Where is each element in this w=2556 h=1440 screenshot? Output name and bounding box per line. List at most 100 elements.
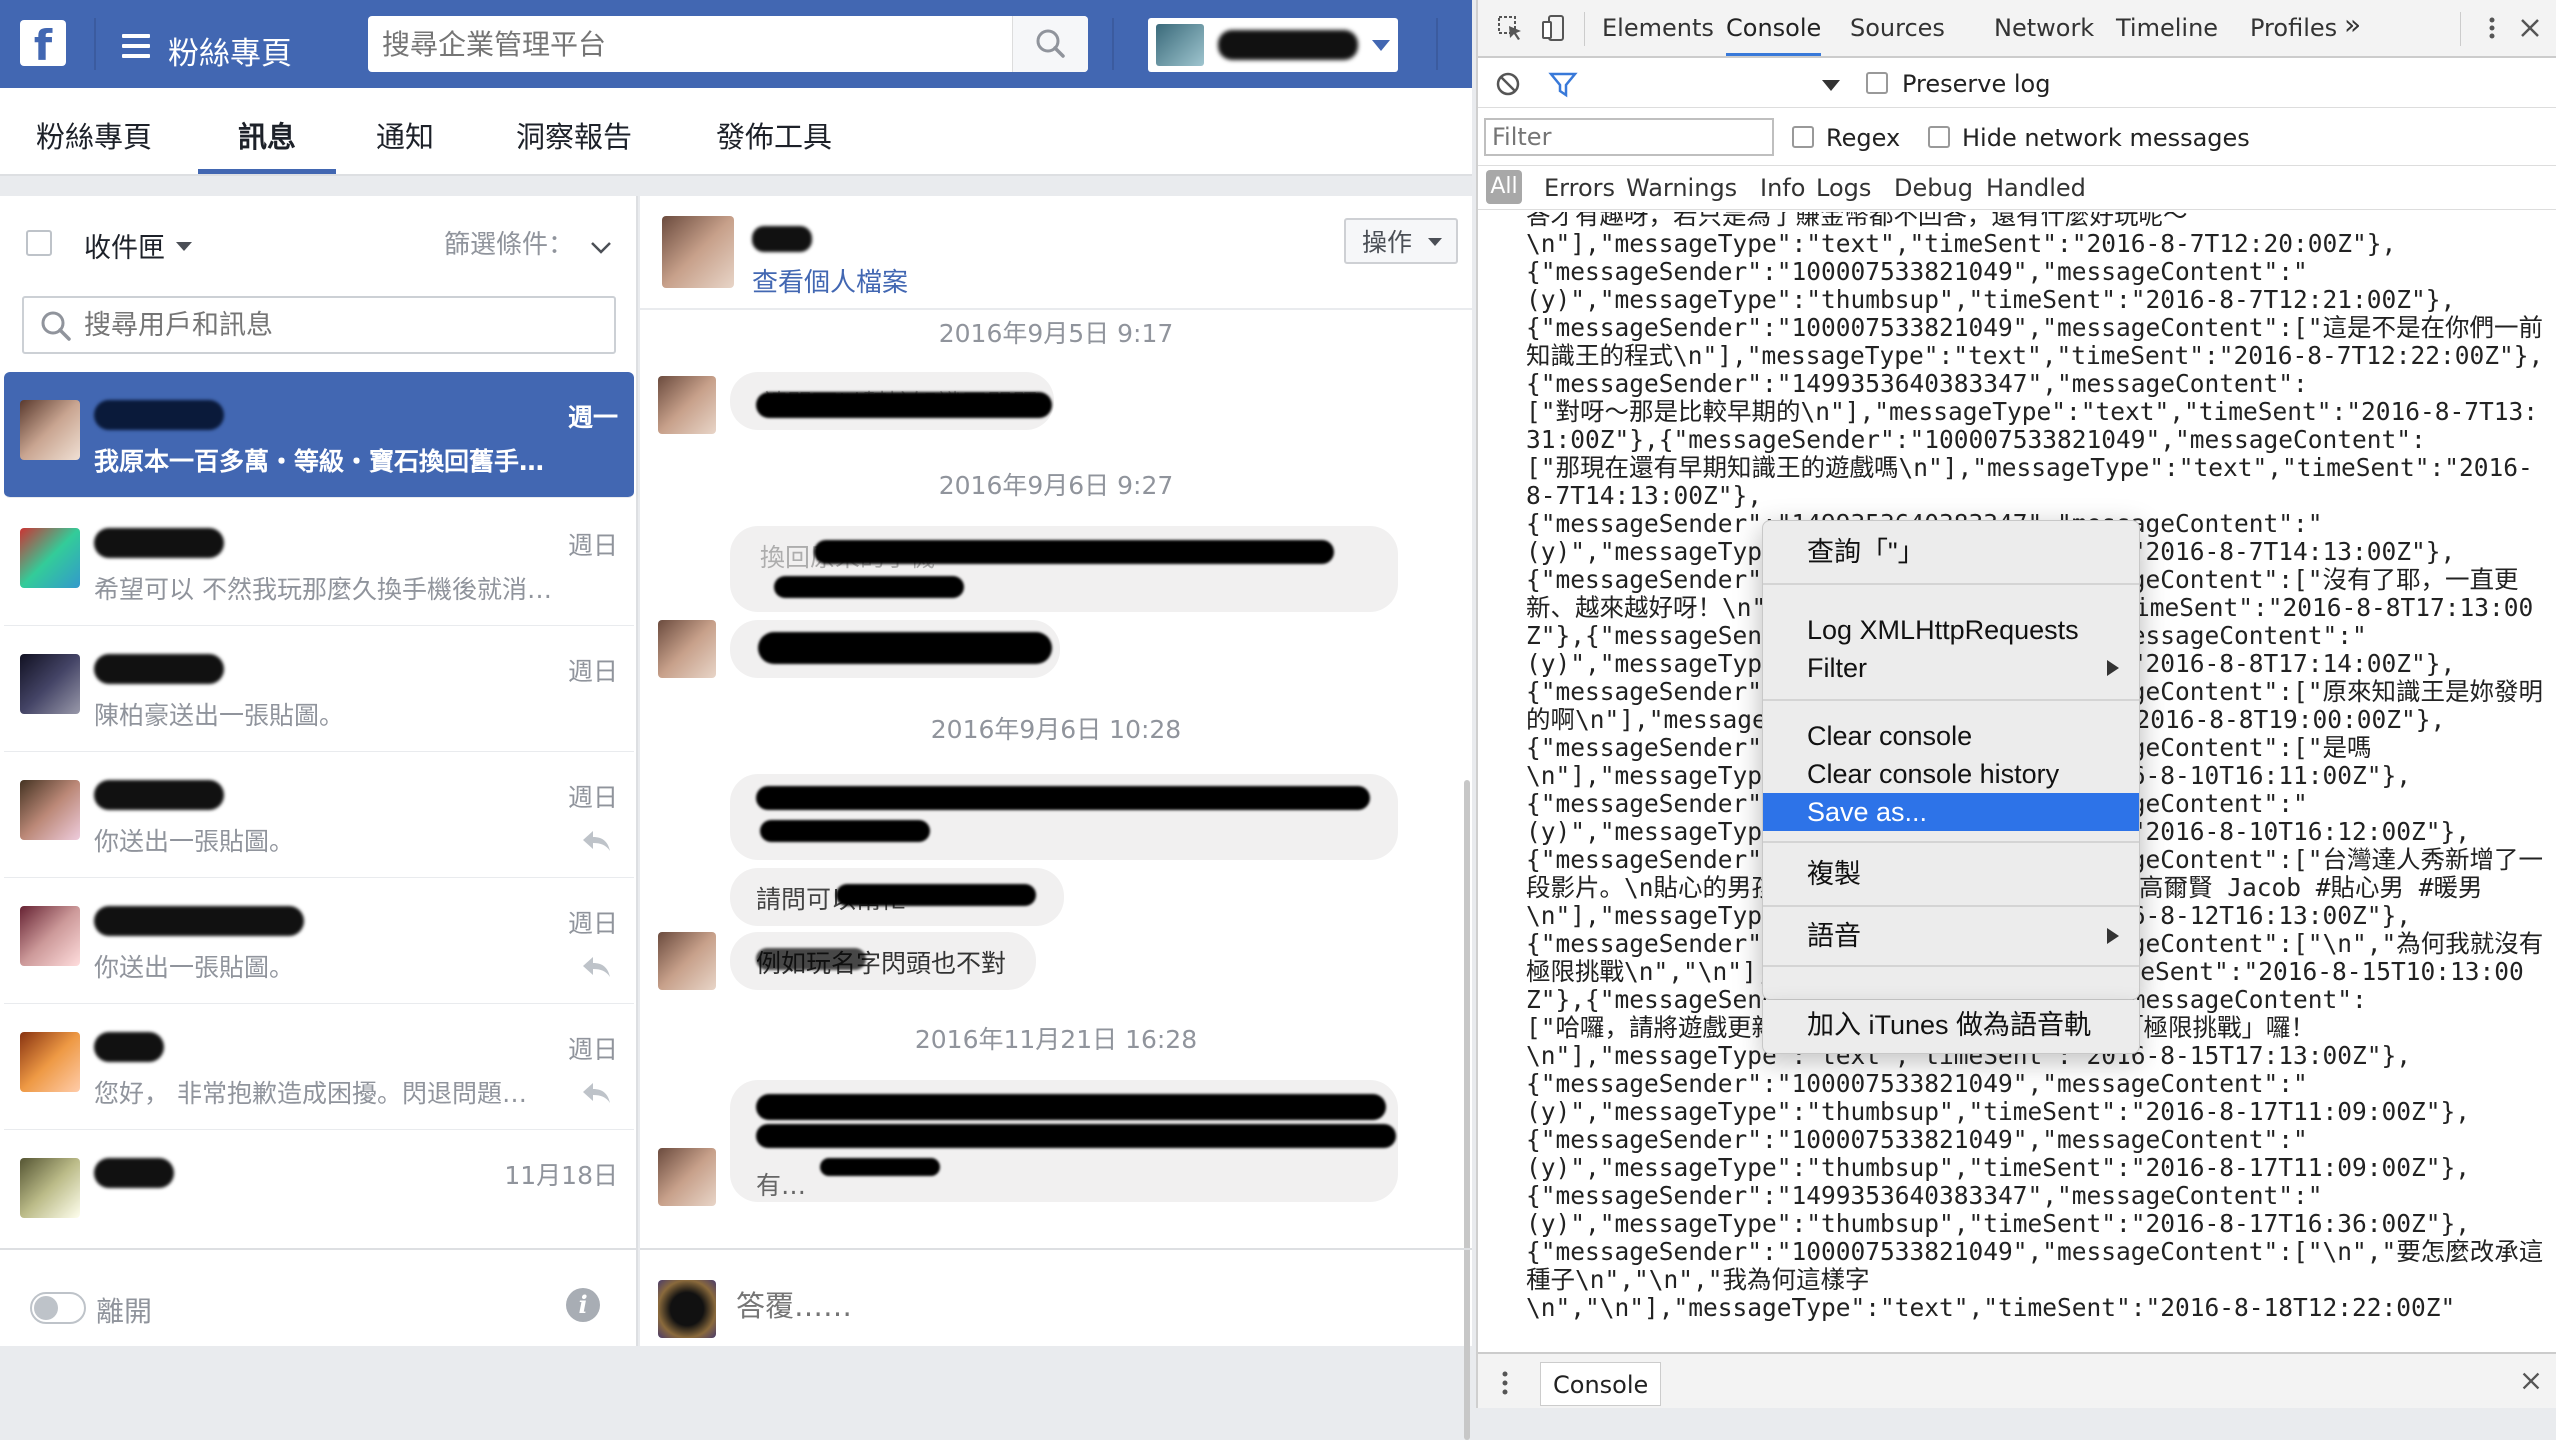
search-button[interactable] bbox=[1012, 16, 1088, 72]
thread-item[interactable]: 你送出一張貼圖。 週日 bbox=[4, 878, 634, 1004]
level-all[interactable]: All bbox=[1486, 170, 1522, 204]
tab-console[interactable]: Console bbox=[1726, 14, 1822, 56]
divider bbox=[1112, 18, 1114, 70]
thread-time: 週一 bbox=[567, 403, 618, 432]
tab-messages[interactable]: 訊息 bbox=[198, 114, 336, 174]
thread-time: 週日 bbox=[567, 531, 618, 560]
redaction bbox=[756, 392, 1052, 418]
tab-publishing-tools[interactable]: 發佈工具 bbox=[716, 114, 832, 174]
reply-input[interactable] bbox=[736, 1284, 1436, 1328]
menu-item-speech[interactable]: 語音 bbox=[1763, 917, 2139, 955]
chevron-down-icon[interactable] bbox=[590, 236, 612, 258]
menu-item-clear-console[interactable]: Clear console bbox=[1763, 717, 2139, 755]
tab-timeline[interactable]: Timeline bbox=[2116, 14, 2218, 42]
menu-item-filter-label: Filter bbox=[1807, 653, 1867, 683]
hamburger-menu-icon[interactable] bbox=[122, 34, 150, 58]
conversation-header: 查看個人檔案 操作 bbox=[640, 196, 1472, 310]
menu-separator bbox=[1763, 905, 2139, 907]
chevron-down-icon[interactable] bbox=[176, 242, 192, 251]
action-button[interactable]: 操作 bbox=[1344, 218, 1458, 264]
inbox-dropdown[interactable]: 收件匣 bbox=[84, 226, 165, 265]
thread-item[interactable]: 你送出一張貼圖。 週日 bbox=[4, 752, 634, 878]
menu-item-log-xhr[interactable]: Log XMLHttpRequests bbox=[1763, 611, 2139, 649]
redacted-name bbox=[94, 1032, 164, 1062]
menu-separator bbox=[1763, 965, 2139, 967]
level-errors[interactable]: Errors bbox=[1544, 174, 1615, 202]
tab-profiles[interactable]: Profiles bbox=[2250, 14, 2337, 42]
menu-item-lookup[interactable]: 查詢「"」 bbox=[1763, 533, 2139, 571]
context-menu: 查詢「"」 Log XMLHttpRequests Filter Clear c… bbox=[1762, 520, 2140, 1000]
redacted-name bbox=[94, 906, 304, 936]
device-mode-icon[interactable] bbox=[1540, 14, 1568, 42]
avatar bbox=[658, 1148, 716, 1206]
business-search-input[interactable] bbox=[382, 16, 982, 72]
menu-item-save-as[interactable]: Save as... bbox=[1763, 793, 2139, 831]
close-icon[interactable] bbox=[2516, 14, 2544, 42]
menu-item-itunes[interactable]: 加入 iTunes 做為語音軌 bbox=[1763, 1006, 2139, 1044]
tab-notifications[interactable]: 通知 bbox=[376, 114, 434, 174]
filter-label[interactable]: 篩選條件： bbox=[444, 224, 574, 261]
select-all-checkbox[interactable] bbox=[26, 230, 52, 256]
context-dropdown-icon[interactable] bbox=[1822, 80, 1840, 91]
thread-time: 週日 bbox=[567, 657, 618, 686]
tab-elements[interactable]: Elements bbox=[1602, 14, 1714, 42]
redacted-name bbox=[94, 528, 224, 558]
message-text: 有… bbox=[756, 1171, 807, 1200]
thread-time: 週日 bbox=[567, 1035, 618, 1064]
hide-network-checkbox[interactable] bbox=[1928, 126, 1950, 148]
regex-checkbox[interactable] bbox=[1792, 126, 1814, 148]
level-debug[interactable]: Debug bbox=[1894, 174, 1973, 202]
thread-item[interactable]: 您好， 非常抱歉造成困擾。閃退問題… 週日 bbox=[4, 1004, 634, 1130]
account-switcher[interactable] bbox=[1148, 18, 1398, 72]
console-filter-input[interactable] bbox=[1484, 118, 1774, 156]
redaction bbox=[756, 948, 866, 970]
avatar[interactable] bbox=[662, 216, 734, 288]
filter-icon[interactable] bbox=[1548, 70, 1578, 98]
redacted-name bbox=[94, 400, 224, 430]
redacted-name bbox=[94, 654, 224, 684]
menu-item-clear-history[interactable]: Clear console history bbox=[1763, 755, 2139, 793]
clear-console-icon[interactable] bbox=[1494, 70, 1522, 98]
divider bbox=[94, 18, 96, 70]
drawer-tab-console[interactable]: Console bbox=[1540, 1362, 1662, 1406]
level-warnings[interactable]: Warnings bbox=[1626, 174, 1737, 202]
tab-page[interactable]: 粉絲專頁 bbox=[36, 114, 152, 174]
drawer-menu-icon[interactable] bbox=[1498, 1368, 1512, 1398]
redaction bbox=[756, 1124, 1396, 1148]
message-date: 2016年9月6日 10:28 bbox=[930, 715, 1182, 744]
inbox-search-input[interactable] bbox=[84, 298, 604, 352]
avatar bbox=[20, 906, 80, 966]
divider bbox=[1436, 18, 1438, 70]
level-handled[interactable]: Handled bbox=[1986, 174, 2086, 202]
thread-item[interactable]: 陳柏豪送出一張貼圖。 週日 bbox=[4, 626, 634, 752]
search-icon bbox=[41, 311, 71, 341]
thread-item[interactable]: 11月18日 bbox=[4, 1130, 634, 1256]
tab-insights[interactable]: 洞察報告 bbox=[516, 114, 632, 174]
page-title[interactable]: 粉絲專頁 bbox=[168, 28, 292, 73]
thread-snippet: 您好， 非常抱歉造成困擾。閃退問題… bbox=[94, 1079, 527, 1108]
menu-item-filter[interactable]: Filter bbox=[1763, 649, 2139, 687]
level-info[interactable]: Info bbox=[1760, 174, 1805, 202]
redaction bbox=[758, 632, 1052, 664]
tab-sources[interactable]: Sources bbox=[1850, 14, 1945, 42]
view-profile-link[interactable]: 查看個人檔案 bbox=[752, 262, 908, 299]
thread-item[interactable]: 希望可以 不然我玩那麼久換手機後就消… 週日 bbox=[4, 500, 634, 626]
more-tabs-icon[interactable]: » bbox=[2344, 8, 2361, 41]
level-logs[interactable]: Logs bbox=[1816, 174, 1871, 202]
facebook-logo[interactable]: f bbox=[20, 20, 66, 66]
thread-item[interactable]: 我原本一百多萬・等級・寶石換回舊手… 週一 bbox=[4, 372, 634, 498]
redaction bbox=[836, 884, 1036, 906]
console-toolbar: Preserve log bbox=[1478, 58, 2556, 108]
info-icon[interactable]: i bbox=[566, 1288, 600, 1322]
away-toggle[interactable] bbox=[30, 1292, 86, 1324]
close-icon[interactable] bbox=[2518, 1368, 2544, 1394]
inspect-element-icon[interactable] bbox=[1496, 14, 1524, 42]
menu-item-copy[interactable]: 複製 bbox=[1763, 855, 2139, 893]
away-label: 離開 bbox=[96, 1295, 153, 1328]
avatar bbox=[1156, 24, 1204, 66]
more-options-icon[interactable] bbox=[2478, 14, 2506, 42]
redaction bbox=[760, 820, 930, 842]
tab-network[interactable]: Network bbox=[1994, 14, 2094, 42]
inbox-search-box bbox=[22, 296, 616, 354]
preserve-log-checkbox[interactable] bbox=[1866, 72, 1888, 94]
